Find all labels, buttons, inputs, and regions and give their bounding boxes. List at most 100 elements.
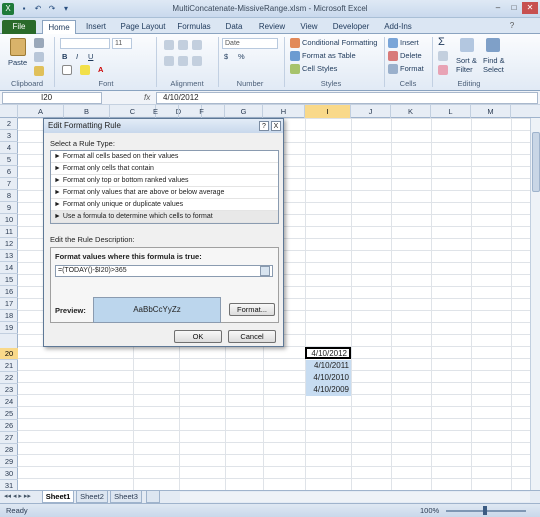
rule-type-item[interactable]: ► Format only values that are above or b… (51, 187, 278, 199)
column-header[interactable]: A (18, 105, 64, 118)
row-header[interactable]: 11 (0, 226, 18, 238)
format-button[interactable]: Format... (229, 303, 275, 316)
cut-icon[interactable] (34, 38, 44, 48)
cell-i21[interactable]: 4/10/2011 (306, 360, 351, 372)
row-header[interactable]: 24 (0, 396, 18, 408)
cell-styles-button[interactable]: Cell Styles (302, 64, 337, 73)
font-name-box[interactable] (60, 38, 110, 49)
sheet-nav-icon[interactable]: ◂◂ ◂ ▸ ▸▸ (4, 492, 31, 500)
format-as-table-button[interactable]: Format as Table (302, 51, 356, 60)
help-icon[interactable]: ? (506, 20, 518, 32)
column-header[interactable]: B (64, 105, 110, 118)
tab-page-layout[interactable]: Page Layout (118, 20, 168, 34)
close-window-icon[interactable]: ✕ (522, 2, 538, 14)
wrap-text-icon[interactable] (192, 40, 202, 50)
row-header[interactable]: 12 (0, 238, 18, 250)
sort-filter-icon[interactable] (460, 38, 474, 52)
minimize-icon[interactable]: – (490, 2, 506, 14)
row-header[interactable]: 18 (0, 310, 18, 322)
column-header[interactable]: J (351, 105, 391, 118)
cancel-button[interactable]: Cancel (228, 330, 276, 343)
percent-icon[interactable]: % (238, 52, 245, 61)
fill-icon[interactable] (438, 51, 448, 61)
formula-field[interactable]: =(TODAY()-$I20)>365 (55, 265, 273, 277)
vertical-scrollbar[interactable] (530, 118, 540, 490)
horizontal-scrollbar[interactable] (180, 492, 530, 502)
sort-label[interactable]: Sort & (456, 56, 477, 65)
font-size-box[interactable]: 11 (112, 38, 132, 49)
row-header[interactable]: 21 (0, 360, 18, 372)
format-painter-icon[interactable] (34, 66, 44, 76)
scroll-thumb[interactable] (532, 132, 540, 192)
row-header[interactable]: 15 (0, 274, 18, 286)
cell-i23[interactable]: 4/10/2009 (306, 384, 351, 396)
tab-review[interactable]: Review (254, 20, 290, 34)
tab-view[interactable]: View (296, 20, 322, 34)
sheet-tab-active[interactable]: Sheet1 (42, 491, 74, 503)
row-header[interactable]: 19 (0, 322, 18, 334)
format-cells-icon[interactable] (388, 64, 398, 74)
row-header[interactable]: 3 (0, 130, 18, 142)
maximize-icon[interactable]: □ (506, 2, 522, 14)
column-header[interactable]: H (263, 105, 305, 118)
column-header[interactable]: G (225, 105, 263, 118)
sheet-tab[interactable]: Sheet2 (76, 491, 108, 503)
italic-icon[interactable]: I (76, 52, 78, 61)
rule-type-list[interactable]: ► Format all cells based on their values… (50, 150, 279, 224)
row-header[interactable]: 22 (0, 372, 18, 384)
select-label[interactable]: Select (483, 65, 504, 74)
range-select-icon[interactable] (260, 266, 270, 276)
bold-icon[interactable]: B (62, 52, 67, 61)
column-header-selected[interactable]: I (305, 105, 351, 118)
delete-cells-button[interactable]: Delete (400, 51, 422, 60)
tab-file[interactable]: File (2, 20, 36, 34)
ok-button[interactable]: OK (174, 330, 222, 343)
row-header[interactable]: 30 (0, 468, 18, 480)
tab-add-ins[interactable]: Add-Ins (380, 20, 416, 34)
column-header[interactable]: F (179, 105, 225, 118)
row-header[interactable]: 13 (0, 250, 18, 262)
format-as-table-icon[interactable] (290, 51, 300, 61)
paste-button[interactable]: Paste (8, 58, 27, 67)
row-header[interactable]: 10 (0, 214, 18, 226)
sheet-tab[interactable]: Sheet3 (110, 491, 142, 503)
row-header[interactable]: 26 (0, 420, 18, 432)
zoom-level[interactable]: 100% (420, 506, 439, 515)
row-header[interactable]: 5 (0, 154, 18, 166)
merge-center-icon[interactable] (192, 56, 202, 66)
row-header[interactable]: 2 (0, 118, 18, 130)
row-header[interactable]: 23 (0, 384, 18, 396)
rule-type-item[interactable]: ► Format only top or bottom ranked value… (51, 175, 278, 187)
align-top-icon[interactable] (164, 40, 174, 50)
conditional-formatting-button[interactable]: Conditional Formatting (302, 38, 377, 47)
cell-i22[interactable]: 4/10/2010 (306, 372, 351, 384)
column-header[interactable]: L (431, 105, 471, 118)
align-center-icon[interactable] (178, 56, 188, 66)
conditional-formatting-icon[interactable] (290, 38, 300, 48)
formula-input[interactable]: 4/10/2012 (156, 92, 538, 104)
clear-icon[interactable] (438, 65, 448, 75)
rule-type-item-selected[interactable]: ► Use a formula to determine which cells… (51, 211, 278, 223)
row-header[interactable]: 6 (0, 166, 18, 178)
insert-cells-button[interactable]: Insert (400, 38, 419, 47)
binoculars-icon[interactable] (486, 38, 500, 52)
column-header[interactable]: M (471, 105, 511, 118)
row-header-selected[interactable]: 20 (0, 348, 18, 360)
row-header[interactable]: 27 (0, 432, 18, 444)
tab-home[interactable]: Home (42, 20, 76, 34)
align-left-icon[interactable] (164, 56, 174, 66)
filter-label[interactable]: Filter (456, 65, 473, 74)
delete-cells-icon[interactable] (388, 51, 398, 61)
autosum-icon[interactable]: Σ (438, 36, 445, 48)
number-format-box[interactable]: Date (222, 38, 278, 49)
borders-icon[interactable] (62, 65, 72, 75)
rule-type-item[interactable]: ► Format only unique or duplicate values (51, 199, 278, 211)
underline-icon[interactable]: U (88, 52, 93, 61)
font-color-icon[interactable]: A (98, 65, 103, 74)
row-header[interactable]: 16 (0, 286, 18, 298)
row-header[interactable]: 9 (0, 202, 18, 214)
cell-i20[interactable]: 4/10/2012 (305, 347, 351, 359)
column-header[interactable]: K (391, 105, 431, 118)
row-header[interactable]: 28 (0, 444, 18, 456)
format-cells-button[interactable]: Format (400, 64, 424, 73)
